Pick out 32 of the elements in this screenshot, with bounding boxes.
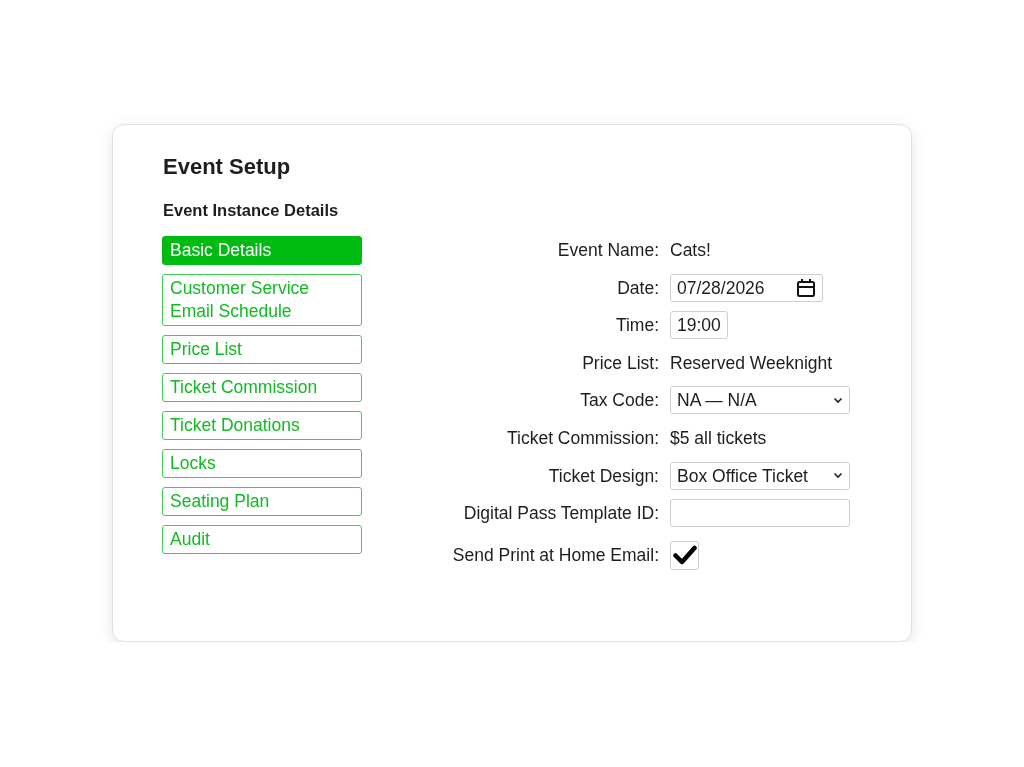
sidebar-tab[interactable]: Basic Details <box>162 236 362 265</box>
sidebar-tab[interactable]: Customer Service Email Schedule <box>162 274 362 326</box>
dropdown-field[interactable]: Box Office Ticket <box>670 461 850 490</box>
field-label: Tax Code: <box>579 389 659 413</box>
dropdown-field[interactable]: NA — N/A <box>670 386 850 415</box>
field-label: Send Print at Home Email: <box>451 544 659 568</box>
sidebar-tab[interactable]: Locks <box>162 449 362 478</box>
sidebar-tab[interactable]: Ticket Donations <box>162 411 362 440</box>
checkbox[interactable] <box>670 540 699 570</box>
field-label: Time: <box>614 314 659 338</box>
sidebar-tab[interactable]: Price List <box>162 335 362 364</box>
field-value: $5 all tickets <box>670 426 767 450</box>
field-label: Ticket Commission: <box>506 426 659 450</box>
field-label: Digital Pass Template ID: <box>462 502 659 526</box>
field-label: Ticket Design: <box>547 464 659 488</box>
calendar-icon <box>796 277 816 298</box>
sidebar-tab[interactable]: Seating Plan <box>162 487 362 516</box>
time-field[interactable]: 19:00 <box>670 311 728 340</box>
field-label: Price List: <box>581 351 659 375</box>
date-field[interactable]: 07/28/2026 <box>670 273 823 302</box>
checkmark-icon <box>672 545 697 566</box>
input-field[interactable] <box>670 499 850 528</box>
caret-icon <box>833 472 843 480</box>
page-title: Event Setup <box>163 153 292 181</box>
field-label: Event Name: <box>556 239 659 262</box>
caret-icon <box>833 396 843 404</box>
sidebar-tab[interactable]: Ticket Commission <box>162 373 362 402</box>
field-label: Date: <box>616 276 659 300</box>
sidebar-tab[interactable]: Audit <box>162 525 362 554</box>
section-title: Event Instance Details <box>163 200 340 221</box>
field-value: Cats! <box>670 239 711 262</box>
field-value: Reserved Weeknight <box>670 351 833 375</box>
